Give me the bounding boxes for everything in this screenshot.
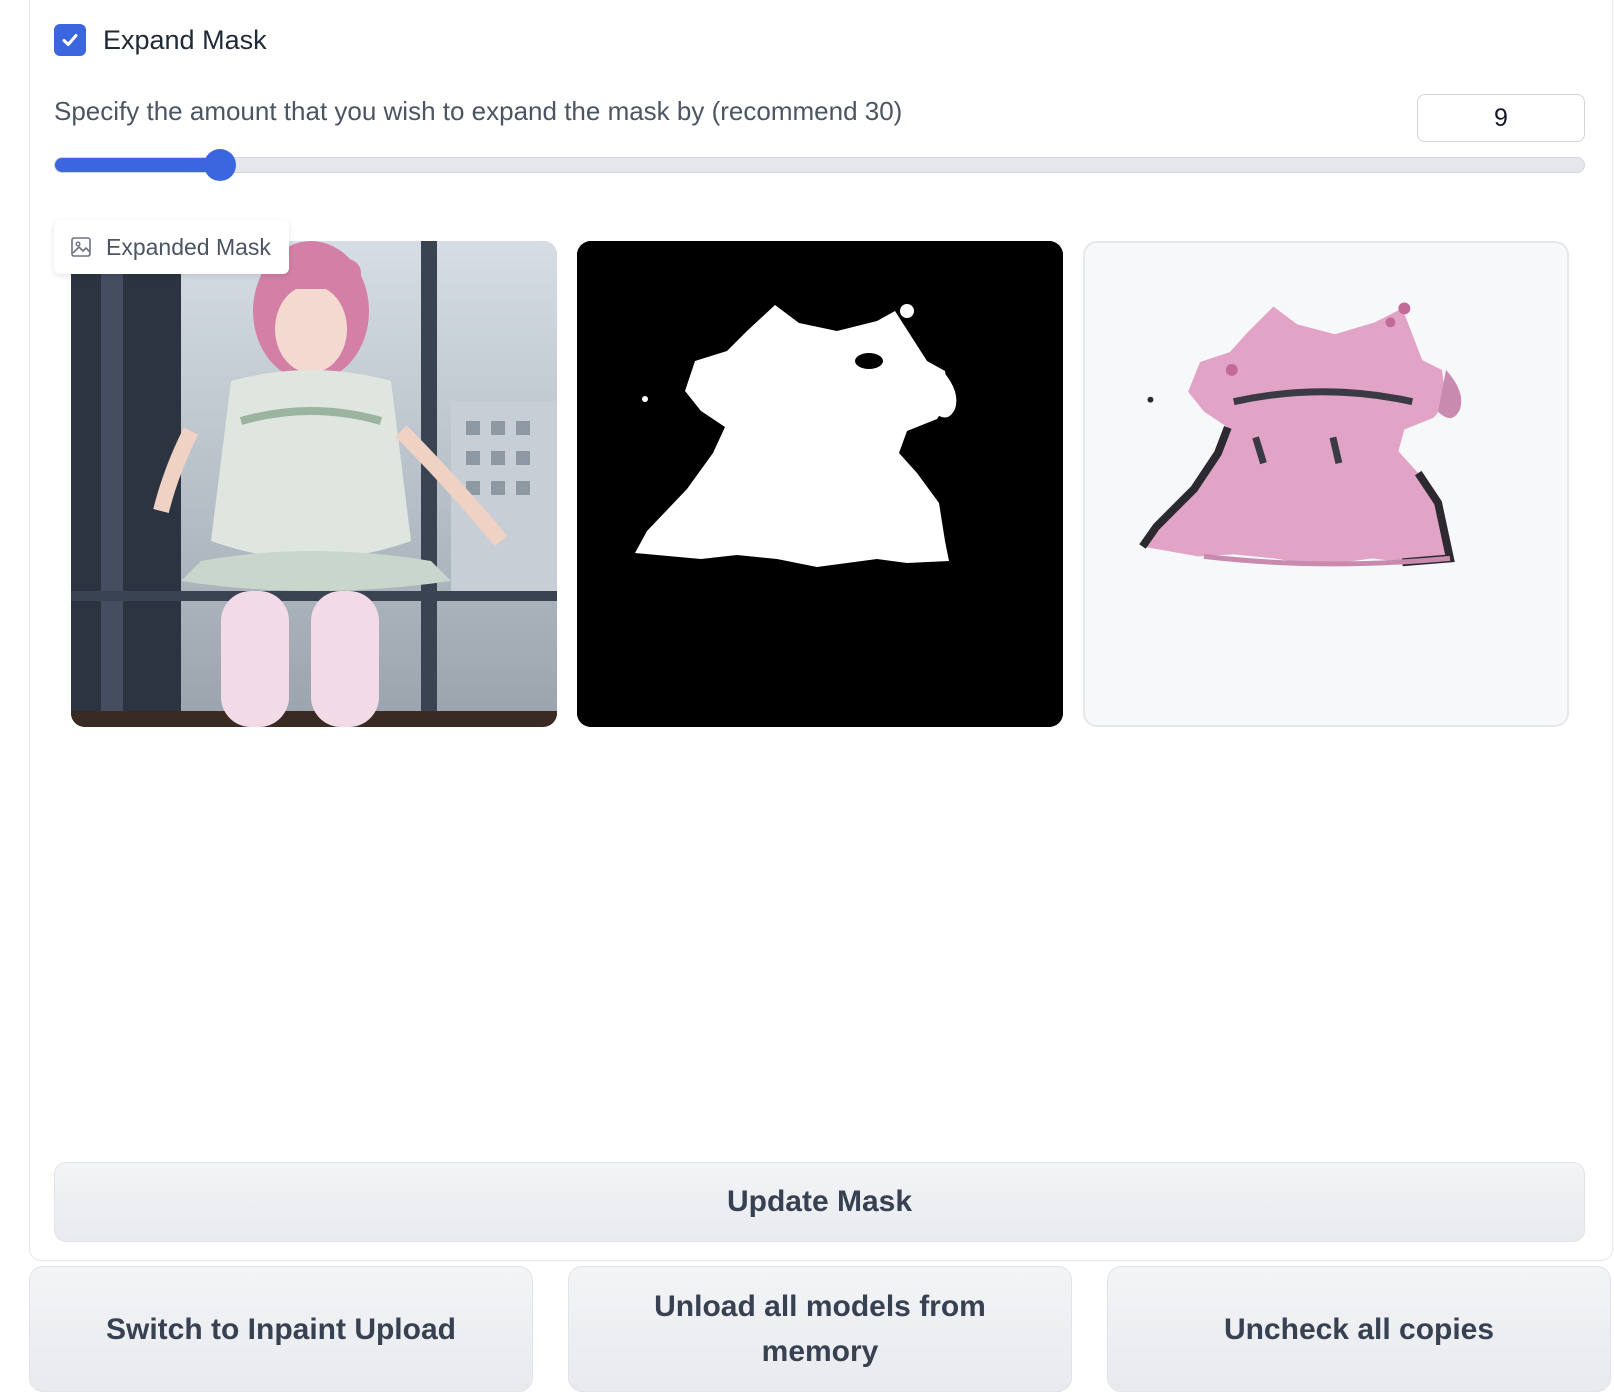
- photo-mask-image: [577, 241, 1063, 727]
- expand-amount-label: Specify the amount that you wish to expa…: [54, 96, 903, 126]
- photo-masked-dress-image: [1085, 243, 1567, 725]
- slider-fill: [55, 158, 221, 172]
- expand-amount-slider-track[interactable]: [54, 157, 1585, 173]
- update-mask-button[interactable]: Update Mask: [54, 1162, 1585, 1242]
- checkmark-icon: [62, 34, 78, 46]
- uncheck-all-copies-button[interactable]: Uncheck all copies: [1107, 1266, 1611, 1392]
- expand-amount-input[interactable]: [1417, 94, 1585, 142]
- gallery-thumbnail-mask[interactable]: [577, 241, 1063, 727]
- expand-mask-checkbox[interactable]: [54, 24, 86, 56]
- switch-to-inpaint-upload-button[interactable]: Switch to Inpaint Upload: [29, 1266, 533, 1392]
- image-icon: [71, 237, 91, 257]
- expand-mask-label: Expand Mask: [103, 24, 267, 55]
- gallery-thumbnail-original[interactable]: [71, 241, 557, 727]
- gallery-label-text: Expanded Mask: [106, 233, 271, 260]
- expanded-mask-gallery: Expanded Mask: [54, 220, 1585, 740]
- unload-all-models-button[interactable]: Unload all models from memory: [568, 1266, 1072, 1392]
- slider-thumb[interactable]: [204, 149, 236, 181]
- photo-original-image: [71, 241, 557, 727]
- expand-mask-checkbox-row[interactable]: Expand Mask: [54, 24, 267, 56]
- gallery-label: Expanded Mask: [54, 220, 289, 274]
- gallery-thumbnail-masked-result[interactable]: [1083, 241, 1569, 727]
